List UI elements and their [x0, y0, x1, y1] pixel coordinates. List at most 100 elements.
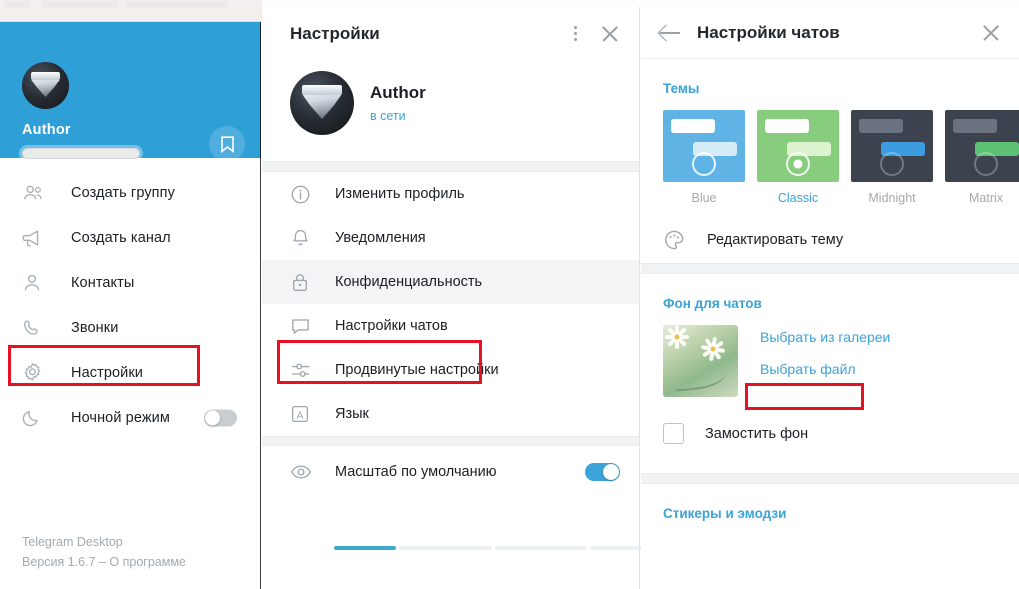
- section-divider: [641, 473, 1019, 484]
- sidebar-profile-header: Author: [0, 22, 261, 162]
- main-menu-sidebar: Author Создать группу Создать канал Конт…: [0, 22, 261, 589]
- theme-option-classic[interactable]: Classic: [757, 110, 839, 205]
- theme-label: Classic: [777, 191, 819, 205]
- theme-option-matrix[interactable]: Matrix: [945, 110, 1019, 205]
- sidebar-item-contacts[interactable]: Контакты: [0, 260, 261, 305]
- settings-item-label: Продвинутые настройки: [335, 362, 499, 378]
- megaphone-icon: [22, 228, 52, 248]
- themes-list: Blue Classic Midnight Matrix: [641, 96, 1019, 205]
- settings-item-advanced[interactable]: Продвинутые настройки: [262, 348, 640, 392]
- sidebar-item-label: Настройки: [71, 364, 143, 381]
- section-divider: [641, 263, 1019, 274]
- eye-icon: [290, 463, 314, 481]
- wallpaper-actions: Выбрать из галереи Выбрать файл: [760, 325, 890, 397]
- wallpaper-block: Выбрать из галереи Выбрать файл: [641, 311, 1019, 397]
- settings-item-language[interactable]: A Язык Русский: [262, 392, 1019, 589]
- sidebar-phone-redacted-inner: [23, 149, 139, 158]
- settings-profile-block: Author в сети: [262, 59, 640, 161]
- settings-panel: Настройки Author в сети Изменить профиль: [262, 7, 1019, 589]
- lock-icon: [290, 272, 314, 293]
- theme-thumbnail[interactable]: [851, 110, 933, 182]
- slider-segment[interactable]: [494, 546, 588, 550]
- more-vertical-icon[interactable]: [566, 26, 584, 44]
- svg-text:A: A: [297, 410, 304, 421]
- chat-settings-header: Настройки чатов: [641, 7, 1019, 59]
- app-name: Telegram Desktop: [22, 535, 123, 549]
- settings-item-label: Изменить профиль: [335, 186, 465, 202]
- background-section-title: Фон для чатов: [663, 296, 762, 311]
- settings-item-label: Уведомления: [335, 230, 426, 246]
- settings-item-label: Конфиденциальность: [335, 274, 483, 290]
- sidebar-item-label: Создать группу: [71, 184, 175, 201]
- default-zoom-toggle[interactable]: [585, 463, 620, 481]
- settings-panel-header: Настройки: [262, 7, 640, 59]
- info-icon: [290, 184, 314, 205]
- sidebar-footer: Telegram Desktop Версия 1.6.7 – О програ…: [22, 535, 186, 569]
- stickers-section-title: Стикеры и эмодзи: [663, 506, 787, 521]
- sidebar-item-label: Звонки: [71, 319, 119, 336]
- sidebar-item-label: Ночной режим: [71, 409, 170, 426]
- arrow-left-icon[interactable]: [659, 23, 681, 43]
- app-version[interactable]: Версия 1.6.7 – О программе: [22, 555, 186, 569]
- chat-icon: [290, 316, 314, 336]
- wallpaper-preview-thumbnail[interactable]: [663, 325, 738, 397]
- settings-item-default-zoom[interactable]: Масштаб по умолчанию: [262, 446, 640, 498]
- theme-label: Blue: [691, 191, 717, 205]
- window-top-strip-right: [263, 0, 1019, 7]
- tile-background-row[interactable]: Замостить фон: [641, 397, 1019, 444]
- sidebar-item-label: Контакты: [71, 274, 135, 291]
- settings-panel-divider: [639, 7, 640, 589]
- section-divider: [262, 161, 640, 172]
- sidebar-divider: [260, 22, 261, 589]
- gear-icon: [22, 362, 52, 383]
- profile-status: в сети: [370, 109, 406, 123]
- bookmark-icon: [220, 135, 234, 153]
- sidebar-user-name: Author: [22, 122, 71, 138]
- moon-icon: [22, 408, 52, 428]
- section-divider: [262, 436, 640, 446]
- saved-messages-button[interactable]: [209, 126, 245, 162]
- avatar[interactable]: [22, 62, 69, 109]
- group-icon: [22, 184, 52, 202]
- close-icon[interactable]: [981, 23, 1001, 43]
- sliders-icon: [290, 360, 314, 380]
- tile-background-checkbox[interactable]: [663, 423, 684, 444]
- theme-thumbnail[interactable]: [945, 110, 1019, 182]
- profile-name: Author: [370, 83, 426, 102]
- theme-option-midnight[interactable]: Midnight: [851, 110, 933, 205]
- telegram-desktop-window: Author Создать группу Создать канал Конт…: [0, 0, 1019, 589]
- settings-item-label: Язык: [335, 406, 369, 422]
- page-title: Настройки: [290, 24, 380, 43]
- settings-item-privacy[interactable]: Конфиденциальность: [262, 260, 640, 304]
- settings-item-edit-profile[interactable]: Изменить профиль: [262, 172, 640, 216]
- sidebar-menu-list: Создать группу Создать канал Контакты Зв…: [0, 158, 261, 440]
- edit-theme-row[interactable]: Редактировать тему: [641, 217, 1019, 263]
- sidebar-item-create-channel[interactable]: Создать канал: [0, 215, 261, 260]
- sidebar-item-night-mode[interactable]: Ночной режим: [0, 395, 261, 440]
- settings-item-notifications[interactable]: Уведомления: [262, 216, 640, 260]
- bell-icon: [290, 228, 314, 249]
- settings-item-label: Масштаб по умолчанию: [335, 464, 497, 480]
- edit-theme-label: Редактировать тему: [707, 232, 844, 248]
- theme-label: Midnight: [868, 191, 916, 205]
- slider-segment[interactable]: [334, 546, 396, 550]
- sidebar-item-calls[interactable]: Звонки: [0, 305, 261, 350]
- settings-item-chat-settings[interactable]: Настройки чатов: [262, 304, 640, 348]
- avatar[interactable]: [290, 71, 354, 135]
- sidebar-item-settings[interactable]: Настройки: [0, 350, 261, 395]
- night-mode-toggle[interactable]: [204, 409, 237, 426]
- choose-from-gallery-link[interactable]: Выбрать из галереи: [760, 329, 890, 345]
- theme-thumbnail[interactable]: [757, 110, 839, 182]
- theme-thumbnail[interactable]: [663, 110, 745, 182]
- slider-segment[interactable]: [399, 546, 492, 550]
- tile-background-label: Замостить фон: [705, 425, 809, 442]
- close-icon[interactable]: [600, 24, 620, 44]
- theme-option-blue[interactable]: Blue: [663, 110, 745, 205]
- theme-label: Matrix: [968, 191, 1004, 205]
- window-top-strip: [0, 0, 262, 22]
- settings-item-label: Настройки чатов: [335, 318, 448, 334]
- phone-icon: [22, 318, 52, 338]
- sidebar-item-label: Создать канал: [71, 229, 171, 246]
- choose-file-link[interactable]: Выбрать файл: [760, 361, 890, 377]
- sidebar-item-create-group[interactable]: Создать группу: [0, 170, 261, 215]
